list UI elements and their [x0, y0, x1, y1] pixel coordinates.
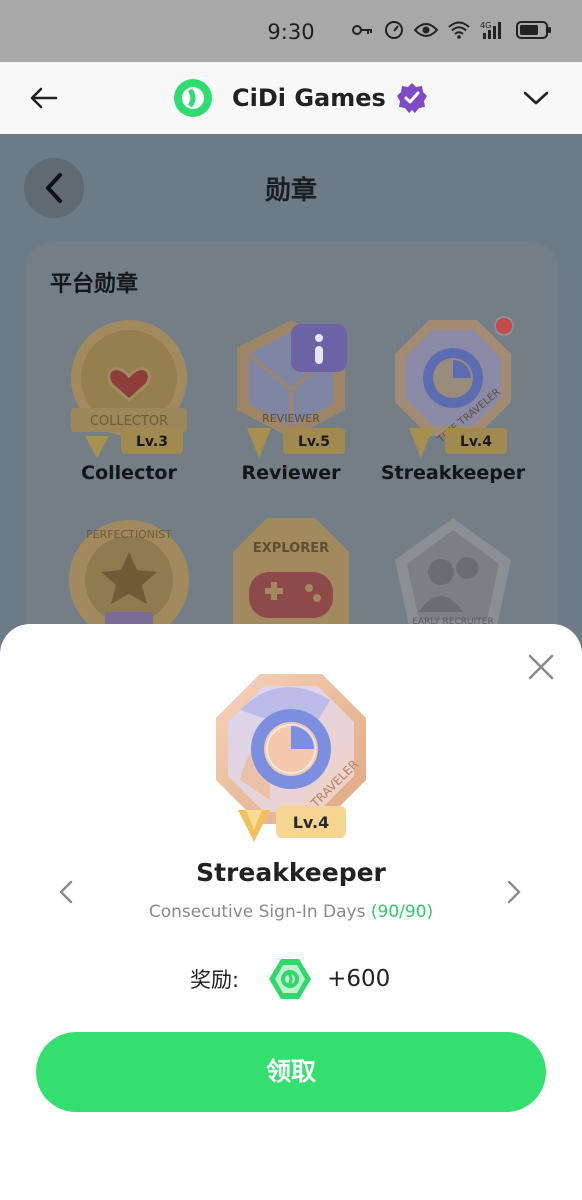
explorer-badge-icon: EXPLORER — [233, 518, 349, 626]
reward-amount: +600 — [327, 966, 391, 992]
reviewer-level: Lv.5 — [298, 434, 330, 450]
reward-label: 奖励: — [190, 968, 240, 992]
streakkeeper-level: Lv.4 — [460, 434, 492, 450]
close-icon — [528, 654, 554, 680]
early-recruiter-badge-icon: EARLY RECRUITER — [395, 518, 511, 626]
speedometer-icon — [385, 21, 403, 39]
streakkeeper-badge-icon: TIME TRAVELER Lv.4 — [395, 320, 511, 458]
badge-description: Consecutive Sign-In Days (90/90) — [0, 902, 582, 922]
chevron-down-icon — [523, 91, 549, 105]
badge-name: Streakkeeper — [380, 462, 526, 484]
claim-button[interactable]: 领取 — [36, 1032, 546, 1112]
key-icon — [352, 25, 372, 35]
badge-name: Reviewer — [241, 462, 341, 484]
reviewer-badge-icon: REVIEWER Lv.5 — [237, 320, 347, 458]
collector-level: Lv.3 — [136, 434, 168, 450]
app-identity: CiDi Games — [174, 72, 428, 124]
status-icons: 4G — [352, 20, 552, 40]
header-menu-button[interactable] — [516, 78, 556, 118]
cidi-logo-icon — [174, 79, 212, 117]
close-button[interactable] — [526, 652, 556, 682]
badge-streakkeeper[interactable]: TIME TRAVELER Lv.4 Streakkeeper — [378, 318, 528, 484]
collector-badge-icon: COLLECTOR Lv.3 — [71, 320, 187, 458]
arrow-left-icon — [30, 87, 58, 109]
badge-name: Collector — [81, 462, 177, 484]
badge-reviewer[interactable]: REVIEWER Lv.5 Reviewer — [216, 318, 366, 484]
explorer-ribbon: EXPLORER — [253, 541, 329, 556]
eye-icon — [414, 23, 438, 37]
app-header: CiDi Games — [0, 62, 582, 134]
verified-badge-icon — [396, 83, 427, 113]
app-title: CiDi Games — [232, 84, 386, 112]
badge-title: Streakkeeper — [196, 858, 386, 887]
badge-perfectionist[interactable]: PERFECTIONIST — [54, 516, 204, 626]
badge-early-recruiter[interactable]: EARLY RECRUITER — [378, 516, 528, 626]
wifi-icon — [448, 21, 470, 39]
badge-collector[interactable]: COLLECTOR Lv.3 Collector — [54, 318, 204, 484]
battery-icon — [516, 21, 551, 39]
4g-signal-icon: 4G — [480, 21, 501, 39]
coin-icon — [269, 959, 312, 999]
section-title: 平台勋章 — [50, 272, 139, 297]
new-indicator-dot — [494, 316, 514, 336]
perfectionist-badge-icon: PERFECTIONIST — [69, 520, 189, 626]
back-button[interactable] — [24, 78, 64, 118]
svg-text:4G: 4G — [480, 21, 491, 30]
selected-badge: TIME TRAVELER Lv.4 — [210, 670, 372, 847]
reviewer-ribbon: REVIEWER — [262, 412, 320, 425]
reward-row: 奖励: +600 — [190, 956, 390, 1002]
collector-ribbon: COLLECTOR — [90, 414, 168, 429]
streakkeeper-badge-large-icon: TIME TRAVELER Lv.4 — [216, 674, 366, 842]
progress-text: (90/90) — [370, 902, 434, 922]
status-bar: 9:30 4G — [0, 0, 582, 62]
page-title: 勋章 — [264, 176, 317, 206]
perfectionist-ribbon: PERFECTIONIST — [86, 528, 172, 541]
badge-detail-sheet: TIME TRAVELER Lv.4 Streakkeeper Consecut… — [0, 624, 582, 1200]
badge-explorer[interactable]: EXPLORER — [216, 516, 366, 626]
description-text: Consecutive Sign-In Days — [148, 902, 366, 922]
sheet-badge-level: Lv.4 — [293, 813, 330, 832]
